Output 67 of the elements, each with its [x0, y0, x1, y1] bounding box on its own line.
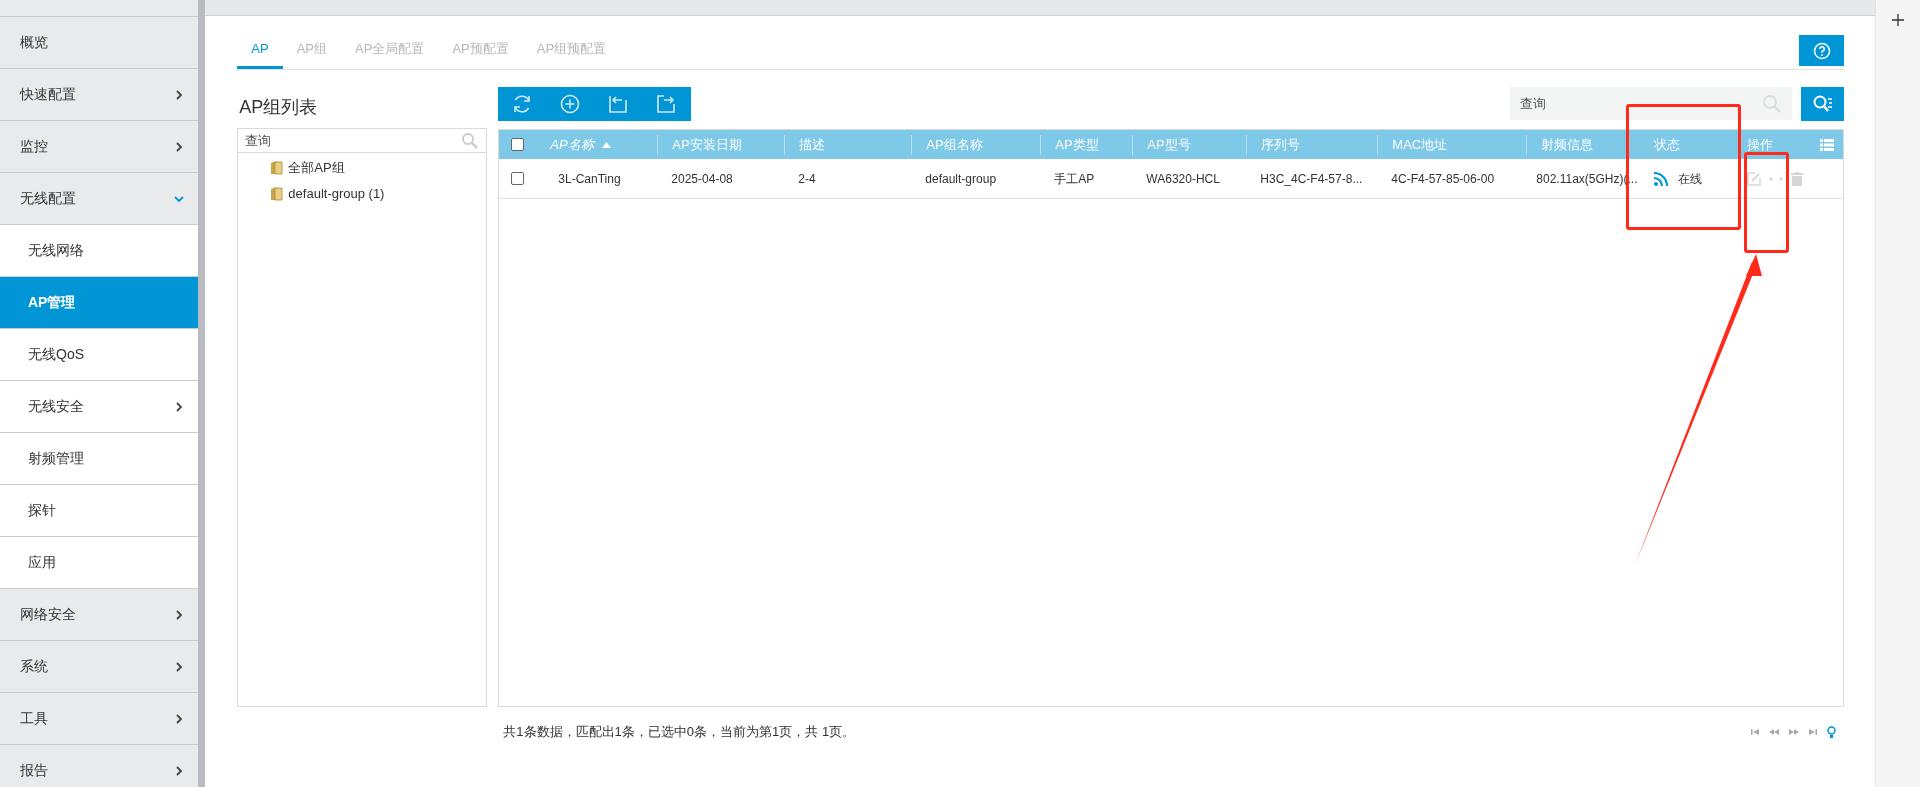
sidebar-item[interactable]: 无线安全: [0, 381, 199, 433]
column-header[interactable]: AP组名称: [911, 134, 1041, 155]
table-cell-text: H3C_4C-F4-57-8...: [1260, 170, 1363, 188]
advanced-search-button[interactable]: [1801, 87, 1845, 121]
next-page-icon[interactable]: [1789, 729, 1800, 735]
last-page-icon[interactable]: [1809, 729, 1818, 735]
search-field[interactable]: 查询: [238, 129, 487, 152]
lightbulb-icon[interactable]: [1827, 725, 1837, 739]
table-cell-text: 2-4: [798, 170, 816, 188]
delete-icon[interactable]: [1791, 171, 1804, 186]
tree-item[interactable]: 全部AP组: [270, 157, 487, 178]
edit-icon[interactable]: [1747, 171, 1762, 186]
chevron-right-icon: [174, 609, 185, 620]
sidebar-item[interactable]: AP管理: [0, 277, 199, 329]
panel-title: AP组列表: [238, 96, 319, 119]
help-button[interactable]: [1799, 35, 1845, 66]
column-header[interactable]: AP名称: [536, 134, 658, 155]
search-icon: [461, 132, 480, 150]
help-icon: [1812, 41, 1831, 60]
sidebar-item[interactable]: 无线QoS: [0, 329, 199, 381]
chevron-right-icon: [174, 141, 185, 152]
column-header[interactable]: MAC地址: [1377, 134, 1527, 155]
table-cell-text: 3L-CanTing: [558, 170, 621, 188]
list-icon[interactable]: [1820, 138, 1835, 151]
chevron-right-icon: [174, 765, 185, 776]
column-header[interactable]: AP安装日期: [657, 134, 785, 155]
column-header[interactable]: 操作: [1733, 134, 1812, 155]
search-list-icon: [1811, 94, 1834, 114]
chevron-right-icon: [174, 713, 185, 724]
sidebar-item[interactable]: 探针: [0, 485, 199, 537]
sidebar-item[interactable]: 无线网络: [0, 225, 199, 277]
scrollbar[interactable]: [198, 0, 206, 787]
table-cell-text: WA6320-HCL: [1146, 170, 1220, 188]
tree-item[interactable]: default-group (1): [270, 183, 487, 204]
plus-icon[interactable]: [1892, 14, 1905, 26]
table-cell-text: 4C-F4-57-85-06-00: [1391, 170, 1495, 188]
column-header[interactable]: 序列号: [1246, 134, 1378, 155]
checkbox[interactable]: [511, 138, 525, 151]
tab[interactable]: AP组预配置: [522, 32, 621, 69]
tab[interactable]: AP全局配置: [341, 32, 439, 69]
search-field[interactable]: 查询: [1510, 87, 1793, 120]
chevron-right-icon: [174, 89, 185, 100]
tab[interactable]: AP组: [282, 32, 342, 69]
chevron-right-icon: [174, 661, 185, 672]
tab[interactable]: AP预配置: [438, 32, 523, 69]
column-header[interactable]: AP型号: [1132, 134, 1247, 155]
table-cell-text: 手工AP: [1054, 170, 1095, 188]
sidebar-item[interactable]: 射频管理: [0, 433, 199, 485]
pagination-summary: 共1条数据，匹配出1条，已选中0条，当前为第1页，共 1页。: [503, 723, 856, 742]
column-header[interactable]: 状态: [1640, 134, 1734, 155]
sidebar-item[interactable]: 应用: [0, 537, 199, 589]
sort-up-icon: [601, 141, 611, 148]
chevron-down-icon: [174, 193, 185, 204]
chevron-right-icon: [174, 401, 185, 412]
previous-page-icon[interactable]: [1769, 729, 1780, 735]
folder-icon: [270, 160, 285, 175]
first-page-icon[interactable]: [1751, 729, 1760, 735]
folder-icon: [270, 186, 285, 201]
column-header[interactable]: AP类型: [1040, 134, 1133, 155]
table-cell-text: default-group: [925, 170, 997, 188]
column-header[interactable]: 描述: [784, 134, 912, 155]
checkbox[interactable]: [511, 172, 525, 185]
table-cell-text: 在线: [1678, 170, 1703, 188]
column-header[interactable]: 射频信息: [1526, 134, 1641, 155]
tab[interactable]: AP: [237, 32, 283, 69]
more-icon[interactable]: [1769, 176, 1784, 181]
table-cell-text: 2025-04-08: [671, 170, 733, 188]
